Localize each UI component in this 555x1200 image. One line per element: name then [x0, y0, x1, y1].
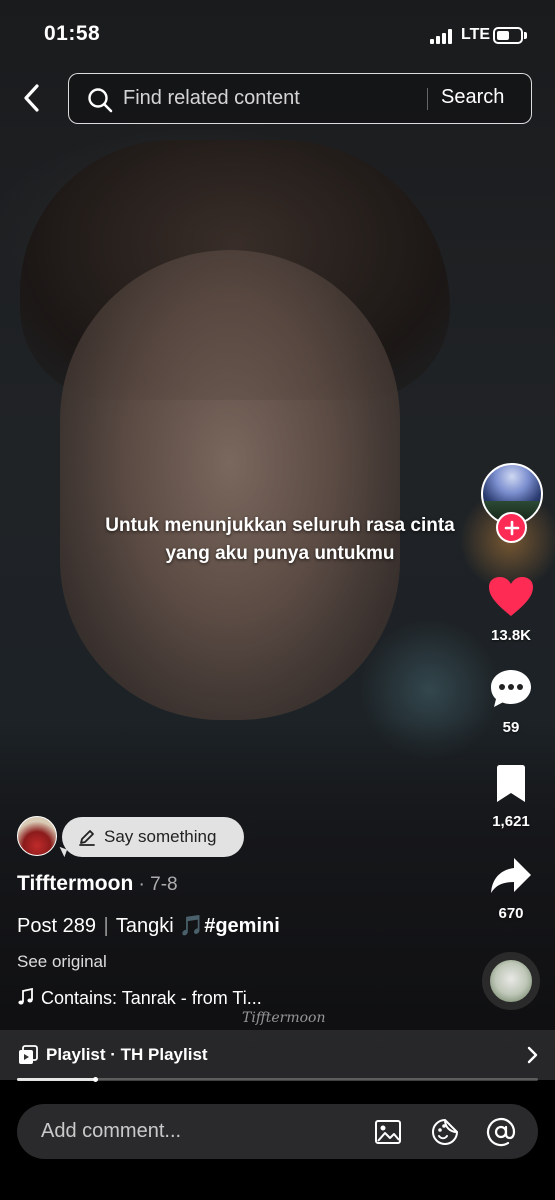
search-box[interactable]: Search	[68, 73, 532, 124]
comment-input[interactable]	[41, 1104, 341, 1159]
search-input[interactable]	[123, 74, 423, 122]
like-count: 13.8K	[490, 627, 532, 644]
music-note-emoji: 🎵	[179, 915, 205, 937]
video-watermark: Tifftermoon	[242, 1010, 326, 1026]
bookmark-count: 1,621	[492, 813, 530, 830]
subtitle-line-2: yang aku punya untukmu	[165, 543, 395, 564]
caption-part-2: Tangki	[115, 915, 174, 937]
image-icon[interactable]	[373, 1117, 403, 1147]
video-jacket-shape	[0, 720, 555, 1080]
video-progress-bar[interactable]	[17, 1077, 538, 1082]
comment-count: 59	[502, 719, 520, 736]
author-line: Tifftermoon · 7-8	[17, 872, 178, 896]
search-icon	[88, 88, 113, 113]
chevron-left-icon	[24, 84, 39, 112]
comment-bar[interactable]	[17, 1104, 538, 1159]
heart-icon	[489, 577, 533, 616]
battery-icon	[493, 27, 523, 44]
post-date: · 7-8	[133, 874, 178, 895]
pencil-icon	[79, 830, 95, 846]
battery-tip	[524, 32, 527, 39]
video-progress-fill	[17, 1078, 96, 1081]
caption-part-1: Post 289	[17, 915, 96, 937]
status-time: 01:58	[44, 22, 101, 45]
playlist-label: Playlist · TH Playlist	[46, 1045, 208, 1064]
emoji-sticker-icon[interactable]	[430, 1117, 460, 1147]
search-button[interactable]: Search	[441, 86, 504, 109]
bookmark-button[interactable]: 1,621	[476, 764, 546, 830]
share-button[interactable]: 670	[476, 856, 546, 922]
user-avatar[interactable]	[17, 816, 57, 856]
music-info[interactable]: Contains: Tanrak - from Ti...	[17, 987, 262, 1009]
say-something-button[interactable]: Say something	[62, 817, 244, 857]
chevron-right-icon	[527, 1046, 538, 1064]
network-type: LTE	[461, 26, 491, 43]
say-something-label: Say something	[104, 827, 217, 846]
playlist-icon	[19, 1045, 38, 1064]
search-divider	[427, 88, 428, 110]
hashtag-link[interactable]: #gemini	[204, 915, 280, 937]
comment-bubble-icon	[491, 670, 531, 707]
bookmark-icon	[497, 765, 525, 802]
share-arrow-icon	[491, 858, 531, 893]
comment-button[interactable]: 59	[476, 668, 546, 736]
video-face-shape	[60, 250, 400, 720]
status-bar: 01:58 LTE	[0, 0, 555, 70]
playlist-bar[interactable]: Playlist · TH Playlist	[0, 1030, 555, 1080]
like-button[interactable]: 13.8K	[476, 576, 546, 644]
plus-icon	[504, 520, 519, 535]
back-button[interactable]	[14, 80, 50, 116]
mention-icon[interactable]	[486, 1117, 516, 1147]
signal-icon	[430, 28, 456, 44]
see-original-link[interactable]: See original	[17, 952, 107, 972]
share-count: 670	[498, 905, 524, 922]
author-name[interactable]: Tifftermoon	[17, 872, 133, 895]
battery-level	[497, 31, 510, 40]
subtitle-line-1: Untuk menunjukkan seluruh rasa cinta	[105, 515, 455, 536]
post-caption: Post 289 | Tangki 🎵#gemini	[17, 913, 280, 938]
music-note-icon	[18, 987, 33, 1005]
caption-separator: |	[103, 915, 109, 937]
follow-button[interactable]	[496, 512, 527, 543]
music-title: Contains: Tanrak - from Ti...	[41, 988, 262, 1008]
video-subtitle: Untuk menunjukkan seluruh rasa cinta yan…	[60, 512, 500, 568]
music-disc[interactable]	[482, 952, 540, 1010]
